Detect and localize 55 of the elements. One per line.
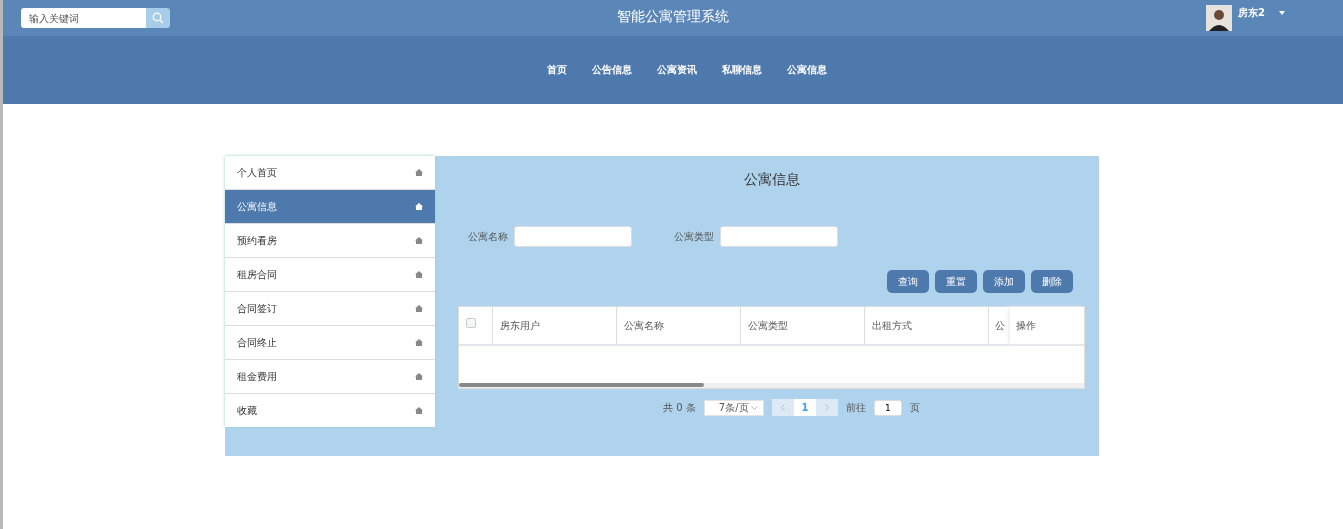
scrollbar-thumb[interactable] — [459, 383, 704, 387]
page-size-select[interactable]: 7条/页 — [703, 399, 764, 416]
caret-icon — [1279, 11, 1285, 15]
field-label: 公寓类型 — [674, 229, 714, 244]
chevron-down-icon — [750, 405, 758, 410]
chevron-right-icon — [824, 404, 829, 411]
sidebar-item[interactable]: 合同签订 — [225, 292, 435, 326]
chevron-left-icon — [780, 404, 785, 411]
action-button[interactable]: 添加 — [983, 270, 1025, 293]
app-title: 智能公寓管理系统 — [617, 8, 729, 26]
input-field[interactable] — [720, 226, 838, 247]
sidebar-item[interactable]: 公寓信息 — [225, 190, 435, 224]
nav-link[interactable]: 公寓信息 — [787, 63, 827, 77]
next-page-button[interactable] — [815, 399, 838, 416]
column-header: 公寓名称 — [617, 307, 741, 344]
goto-label: 前往 — [845, 400, 866, 415]
checkbox[interactable] — [466, 318, 476, 328]
page-input[interactable]: 1 — [873, 399, 902, 416]
total-count: 共 0 条 — [663, 400, 696, 415]
house-icon — [415, 271, 423, 278]
house-icon — [415, 237, 423, 244]
user-menu[interactable]: 房东2 — [1206, 3, 1285, 33]
nav-link[interactable]: 私聊信息 — [722, 63, 762, 77]
page-title: 公寓信息 — [742, 171, 801, 189]
house-icon — [415, 373, 423, 380]
page-number[interactable]: 1 — [793, 399, 816, 416]
column-header: 房东用户 — [493, 307, 617, 344]
house-icon — [415, 407, 423, 414]
house-icon — [415, 305, 423, 312]
nav-link[interactable]: 公告信息 — [592, 63, 632, 77]
nav-link[interactable]: 公寓资讯 — [657, 63, 697, 77]
action-button[interactable]: 查询 — [887, 270, 929, 293]
sidebar-item[interactable]: 租金费用 — [225, 360, 435, 394]
house-icon — [415, 203, 423, 210]
input-field[interactable] — [514, 226, 632, 247]
page-suffix: 页 — [909, 400, 920, 415]
action-button[interactable]: 重置 — [935, 270, 977, 293]
sidebar-item[interactable]: 合同终止 — [225, 326, 435, 360]
column-header: 操作 — [1010, 307, 1084, 344]
column-header: 公寓类型 — [741, 307, 865, 344]
previous-page-button[interactable] — [771, 399, 794, 416]
house-icon — [415, 339, 423, 346]
column-header: 公 — [994, 318, 1006, 333]
nav-link[interactable]: 首页 — [547, 63, 567, 77]
sidebar-item[interactable]: 收藏 — [225, 394, 435, 427]
avatar-icon — [1206, 5, 1233, 31]
sidebar-item[interactable]: 预约看房 — [225, 224, 435, 258]
column-header: 出租方式 — [865, 307, 989, 344]
house-icon — [415, 169, 423, 176]
action-button[interactable]: 删除 — [1031, 270, 1073, 293]
search-button[interactable] — [146, 8, 170, 28]
search-field[interactable]: 输入关键词 — [21, 8, 146, 28]
sidebar-item[interactable]: 租房合同 — [225, 258, 435, 292]
search-icon — [152, 12, 164, 24]
field-label: 公寓名称 — [468, 229, 508, 244]
